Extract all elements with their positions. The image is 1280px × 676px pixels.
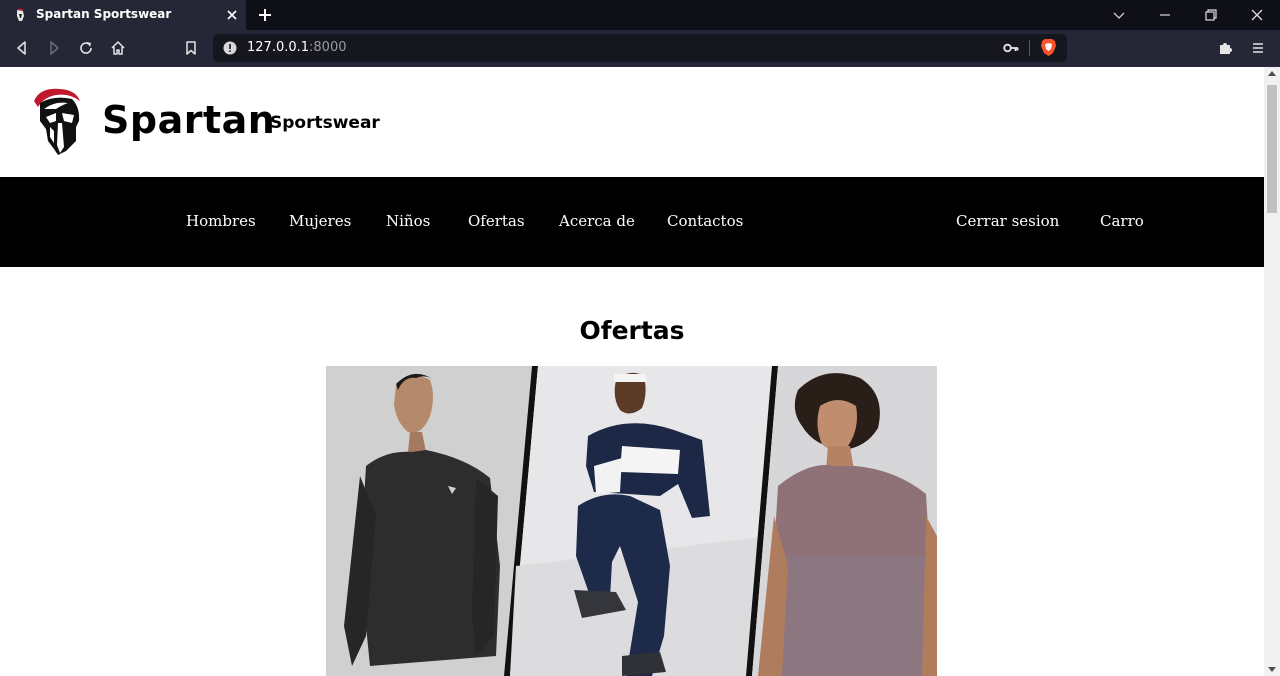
nav-link-acerca-de[interactable]: Acerca de — [559, 212, 635, 230]
cart-link[interactable]: Carro — [1100, 212, 1144, 230]
info-icon[interactable] — [223, 41, 237, 55]
browser-tab[interactable]: Spartan Sportswear — [0, 0, 246, 30]
brand-name: Spartan — [102, 98, 276, 142]
chevron-down-icon[interactable] — [1110, 6, 1128, 24]
forward-icon[interactable] — [45, 39, 63, 57]
tab-title: Spartan Sportswear — [36, 7, 172, 21]
page-scrollbar[interactable] — [1264, 67, 1280, 676]
page-viewport: Spartan Sportswear Hombres Mujeres Niños… — [0, 67, 1264, 676]
scroll-up-arrow-icon[interactable] — [1268, 71, 1276, 76]
nav-link-hombres[interactable]: Hombres — [186, 212, 256, 230]
site-header: Spartan Sportswear — [0, 67, 1264, 177]
nav-link-mujeres[interactable]: Mujeres — [289, 212, 351, 230]
bookmark-icon[interactable] — [182, 39, 200, 57]
restore-icon[interactable] — [1202, 6, 1220, 24]
home-icon[interactable] — [109, 39, 127, 57]
spartan-helmet-logo-icon[interactable] — [32, 87, 82, 157]
nav-link-contactos[interactable]: Contactos — [667, 212, 743, 230]
menu-icon[interactable] — [1249, 39, 1267, 57]
address-separator — [1029, 40, 1030, 56]
brand-subtitle: Sportswear — [270, 113, 380, 133]
window-close-icon[interactable] — [1248, 6, 1266, 24]
url-host: 127.0.0.1 — [247, 40, 310, 55]
spartan-favicon-icon — [17, 8, 24, 21]
url-text[interactable]: 127.0.0.1:8000 — [247, 40, 347, 55]
minimize-icon[interactable] — [1156, 6, 1174, 24]
offers-banner-image[interactable] — [326, 366, 937, 676]
address-bar[interactable]: 127.0.0.1:8000 — [213, 34, 1067, 62]
offers-collage — [326, 366, 937, 676]
new-tab-icon[interactable] — [256, 6, 274, 24]
close-icon[interactable] — [224, 7, 240, 23]
key-icon[interactable] — [1003, 41, 1019, 55]
back-icon[interactable] — [13, 39, 31, 57]
nav-link-ofertas[interactable]: Ofertas — [468, 212, 525, 230]
logout-link[interactable]: Cerrar sesion — [956, 212, 1059, 230]
scroll-down-arrow-icon[interactable] — [1268, 667, 1276, 672]
extensions-icon[interactable] — [1217, 39, 1235, 57]
brave-shield-icon[interactable] — [1040, 38, 1057, 57]
scroll-thumb[interactable] — [1267, 85, 1277, 213]
main-navigation: Hombres Mujeres Niños Ofertas Acerca de … — [0, 177, 1264, 267]
nav-link-ninos[interactable]: Niños — [386, 212, 430, 230]
reload-icon[interactable] — [77, 39, 95, 57]
section-title: Ofertas — [579, 316, 685, 345]
browser-tabstrip: Spartan Sportswear — [0, 0, 1280, 30]
url-port: :8000 — [309, 40, 347, 55]
